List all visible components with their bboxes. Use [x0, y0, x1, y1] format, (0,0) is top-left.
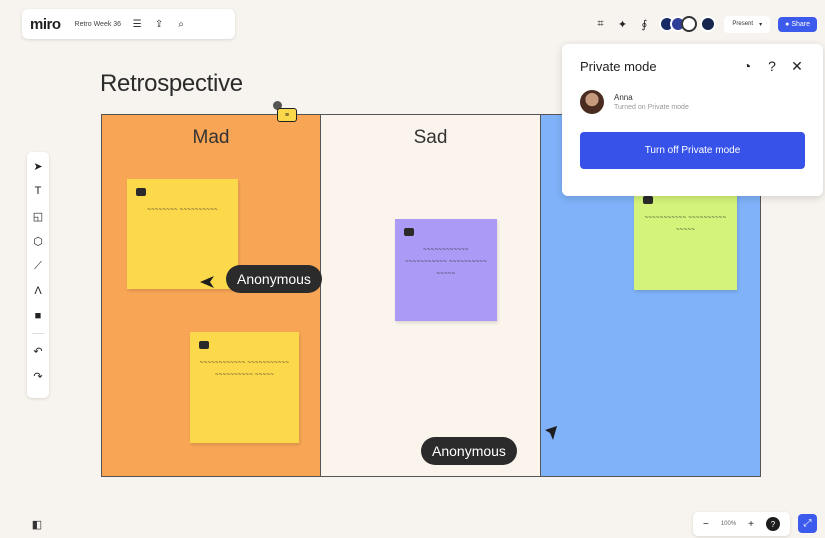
shapes-icon[interactable]: ⬡ [32, 233, 44, 249]
author-tag-icon [643, 196, 653, 204]
author-tag-icon [136, 188, 146, 196]
comment-pin-icon[interactable]: ≡ [277, 108, 297, 122]
board-name[interactable]: Retro Week 36 [75, 21, 122, 28]
zoom-in-button[interactable]: + [748, 519, 754, 530]
avatar [580, 90, 604, 114]
present-button[interactable]: Present ▾ [724, 15, 771, 33]
sticky-note[interactable]: ~~~~~~~~~~~ ~~~~~~~~~~ ~~~~~ [634, 187, 737, 290]
miro-logo[interactable]: miro [30, 16, 61, 33]
help-button[interactable]: ? [765, 517, 780, 531]
sticky-note[interactable]: ~~~~~~~~ ~~~~~~~~~~ [127, 179, 238, 289]
sticky-text: ~~~~~~~~~~~ ~~~~~~~~~~ ~~~~~ [644, 215, 727, 233]
avatar[interactable] [681, 16, 698, 32]
collaborator-cursor-label: Anonymous [421, 437, 517, 465]
panel-actions: ◔ ? ✕ [739, 58, 805, 75]
avatar[interactable] [700, 16, 717, 32]
sticky-note[interactable]: ~~~~~~~~~~~~ ~~~~~~~~~~~ ~~~~~~~~~~ ~~~~… [190, 332, 299, 443]
turn-off-private-mode-button[interactable]: Turn off Private mode [580, 132, 805, 169]
help-icon[interactable]: ? [764, 58, 780, 74]
search-icon[interactable]: ⌕ [175, 18, 187, 30]
upload-icon[interactable]: ⇪ [153, 18, 165, 30]
author-tag-icon [199, 341, 209, 349]
text-icon[interactable]: T [32, 183, 44, 199]
expand-icon[interactable]: ⤢ [798, 514, 817, 533]
marker-icon[interactable]: Λ [32, 283, 44, 299]
cursor-icon[interactable]: ➤ [32, 158, 44, 174]
close-icon[interactable]: ✕ [789, 58, 805, 74]
panel-title: Private mode [580, 58, 657, 74]
zoom-out-button[interactable]: − [703, 519, 709, 530]
panel-header: Private mode ◔ ? ✕ [580, 58, 805, 75]
cursor-arrow-icon [545, 426, 557, 440]
chevron-down-icon: ▾ [759, 21, 763, 28]
column-title: Mad [192, 127, 230, 148]
redo-icon[interactable]: ↷ [32, 368, 44, 384]
private-user-row: Anna Turned on Private mode [580, 90, 805, 114]
sidebar-toggle-icon[interactable]: ◧ [29, 516, 45, 532]
sticky-text: ~~~~~~~~~~~~ ~~~~~~~~~~~ ~~~~~~~~~~ ~~~~… [405, 247, 487, 277]
sticky-text: ~~~~~~~~ ~~~~~~~~~~ [147, 207, 218, 213]
chat-icon[interactable]: ◔ [739, 58, 755, 74]
grid-icon[interactable]: ⌗ [593, 17, 607, 31]
sticky-note-icon[interactable]: ◱ [32, 208, 44, 224]
reaction-icon[interactable]: ✦ [615, 17, 629, 31]
author-tag-icon [404, 228, 414, 236]
settings-icon[interactable]: ☰ [131, 18, 143, 30]
pen-icon[interactable]: ⟋ [32, 258, 44, 274]
board-title[interactable]: Retrospective [100, 70, 243, 98]
zoom-level[interactable]: 100% [721, 521, 736, 527]
zoom-controls: − 100% + ? [693, 512, 790, 536]
collaborator-cursor-label: Anonymous [226, 265, 322, 293]
sticky-note[interactable]: ~~~~~~~~~~~~ ~~~~~~~~~~~ ~~~~~~~~~~ ~~~~… [395, 219, 497, 321]
collaborator-avatars[interactable] [659, 16, 717, 32]
user-icon: ● [785, 20, 790, 28]
divider [32, 333, 44, 334]
user-status: Turned on Private mode [614, 104, 689, 111]
column-mad[interactable]: Mad ~~~~~~~~ ~~~~~~~~~~ ~~~~~~~~~~~~ ~~~… [102, 115, 321, 476]
column-sad[interactable]: Sad ~~~~~~~~~~~~ ~~~~~~~~~~~ ~~~~~~~~~~ … [321, 115, 541, 476]
undo-icon[interactable]: ↶ [32, 343, 44, 359]
share-label: Share [791, 20, 810, 28]
board-header: miro Retro Week 36 ☰ ⇪ ⌕ [22, 9, 235, 39]
private-mode-panel: Private mode ◔ ? ✕ Anna Turned on Privat… [562, 44, 823, 196]
sticky-text: ~~~~~~~~~~~~ ~~~~~~~~~~~ ~~~~~~~~~~ ~~~~… [199, 360, 290, 378]
timer-icon[interactable]: ∮ [637, 17, 651, 31]
user-name: Anna [614, 93, 633, 102]
column-title: Sad [413, 127, 448, 148]
present-label: Present [732, 21, 754, 27]
frame-icon[interactable]: ■ [32, 308, 44, 324]
left-toolbar: ➤ T ◱ ⬡ ⟋ Λ ■ ↶ ↷ [27, 152, 49, 398]
cursor-arrow-icon [200, 276, 214, 288]
collaboration-toolbar: ⌗ ✦ ∮ Present ▾ ● Share [532, 9, 817, 39]
share-button[interactable]: ● Share [778, 16, 817, 32]
